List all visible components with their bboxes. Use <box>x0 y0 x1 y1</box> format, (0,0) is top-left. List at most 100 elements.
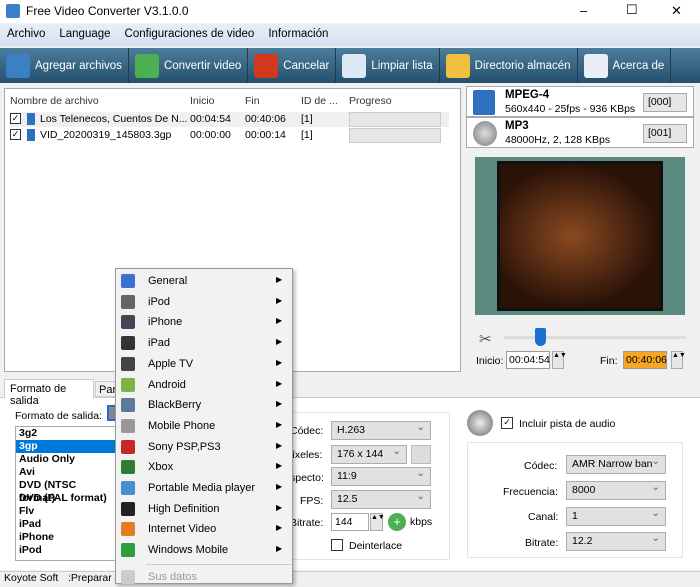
audio-codec-select[interactable]: AMR Narrow ban <box>566 455 666 474</box>
trim-slider-thumb[interactable] <box>535 328 547 346</box>
file-id: [1] <box>301 129 313 141</box>
video-codec-select[interactable]: H.263 <box>331 421 431 440</box>
menu-item-label: Portable Media player <box>148 482 256 494</box>
channel-select[interactable]: 1 <box>566 507 666 526</box>
start-time-input[interactable]: 00:04:54 <box>506 351 550 369</box>
toolbar: Agregar archivos Convertir video Cancelar L… <box>0 48 700 83</box>
file-start: 00:04:54 <box>190 113 231 125</box>
app-icon <box>6 4 20 18</box>
video-format-box[interactable]: MPEG-4 560x440 - 25fps - 936 KBps [000] <box>466 86 694 117</box>
pixels-select[interactable]: 176 x 144 <box>331 445 407 464</box>
submenu-arrow-icon: ▶ <box>276 523 283 533</box>
menu-item-internet-video[interactable]: Internet Video ▶ <box>116 519 292 539</box>
deinterlace-label: Deinterlace <box>349 540 403 552</box>
agregar-archivos-button[interactable]: Agregar archivos <box>0 48 129 83</box>
file-end: 00:00:14 <box>245 129 286 141</box>
acerca-de-button[interactable]: Acerca de <box>578 48 672 83</box>
start-time-spinner[interactable]: ▲▼ <box>552 351 567 369</box>
close-button[interactable]: ✕ <box>671 3 682 19</box>
menu-informacion[interactable]: Información <box>261 24 335 40</box>
column-start[interactable]: Inicio <box>190 95 215 107</box>
frequency-select[interactable]: 8000 <box>566 481 666 500</box>
device-icon <box>121 377 135 392</box>
video-bitrate-input[interactable]: 144 <box>331 513 369 531</box>
column-end[interactable]: Fin <box>245 95 260 107</box>
format-option[interactable]: Avi <box>16 466 116 479</box>
device-icon <box>121 315 135 330</box>
file-row[interactable]: ✓ VID_20200319_145803.3gp 00:00:00 00:00… <box>9 128 449 143</box>
file-row[interactable]: ✓ Los Telenecos, Cuentos De N... 00:04:5… <box>9 112 449 127</box>
deinterlace-checkbox[interactable] <box>331 539 343 551</box>
help-icon <box>583 53 608 78</box>
format-option[interactable]: iPad <box>16 518 116 531</box>
tab-parametros[interactable]: Par <box>95 381 117 397</box>
format-option[interactable]: DVD (PAL format) <box>16 492 116 505</box>
menu-item-ipod[interactable]: iPod ▶ <box>116 292 292 312</box>
submenu-arrow-icon: ▶ <box>276 378 283 388</box>
output-format-list[interactable]: 3g2 3gp Audio Only Avi DVD (NTSC format) DVD … <box>15 426 117 561</box>
menu-item-xbox[interactable]: Xbox ▶ <box>116 457 292 477</box>
device-icon <box>121 398 135 413</box>
audio-bitrate-select[interactable]: 12.2 <box>566 532 666 551</box>
menu-item-sony-psp-ps3[interactable]: Sony PSP,PS3 ▶ <box>116 437 292 457</box>
video-track-select[interactable]: [000] <box>643 93 687 112</box>
minimize-button[interactable]: – <box>580 3 587 18</box>
menu-item-windows-mobile[interactable]: Windows Mobile ▶ <box>116 540 292 560</box>
maximize-button[interactable]: ☐ <box>626 2 638 18</box>
edit-size-icon[interactable] <box>411 445 431 464</box>
menu-item-android[interactable]: Android ▶ <box>116 375 292 395</box>
column-progress[interactable]: Progreso <box>349 95 392 107</box>
format-option[interactable]: Flv <box>16 505 116 518</box>
menu-item-blackberry[interactable]: BlackBerry ▶ <box>116 395 292 415</box>
include-audio-checkbox[interactable]: ✓ <box>501 417 513 429</box>
menu-item-ipad[interactable]: iPad ▶ <box>116 333 292 353</box>
menu-item-label: Sony PSP,PS3 <box>148 440 221 453</box>
video-format-name: MPEG-4 <box>505 89 550 101</box>
menu-item-iphone[interactable]: iPhone ▶ <box>116 312 292 332</box>
menu-item-label: Apple TV <box>148 357 194 370</box>
menu-item-high-definition[interactable]: High Definition ▶ <box>116 499 292 519</box>
menu-item-mobile-phone[interactable]: Mobile Phone ▶ <box>116 416 292 436</box>
format-option[interactable]: iPod <box>16 544 116 557</box>
menu-item-label: Xbox <box>148 461 174 474</box>
trim-slider-track[interactable] <box>504 336 686 339</box>
tab-formato-salida[interactable]: Formato de salida <box>4 379 94 407</box>
cancelar-button[interactable]: Cancelar <box>248 48 337 83</box>
fps-select[interactable]: 12.5 <box>331 490 431 509</box>
menu-item-apple-tv[interactable]: Apple TV ▶ <box>116 354 292 374</box>
cancel-icon <box>254 53 279 78</box>
audio-speaker-icon <box>467 410 493 436</box>
end-time-spinner[interactable]: ▲▼ <box>671 351 686 369</box>
device-icon <box>121 460 135 475</box>
column-id[interactable]: ID de ... <box>301 95 338 107</box>
aspect-select[interactable]: 11:9 <box>331 467 431 486</box>
device-icon <box>121 481 135 495</box>
submenu-arrow-icon: ▶ <box>276 440 283 450</box>
menu-configuraciones-video[interactable]: Configuraciones de video <box>118 24 262 40</box>
file-checkbox[interactable]: ✓ <box>10 129 21 140</box>
column-filename[interactable]: Nombre de archivo <box>10 95 99 107</box>
add-bitrate-icon[interactable]: + <box>388 513 406 531</box>
audio-track-select[interactable]: [001] <box>643 124 687 143</box>
directorio-almacén-button[interactable]: Directorio almacén <box>440 48 578 83</box>
format-option[interactable]: 3g2 <box>16 427 116 440</box>
limpiar-lista-button[interactable]: Limpiar lista <box>336 48 440 83</box>
menu-archivo[interactable]: Archivo <box>0 24 52 40</box>
file-icon <box>27 113 35 125</box>
audio-format-box[interactable]: MP3 48000Hz, 2, 128 KBps [001] <box>466 117 694 148</box>
format-option[interactable]: 3gp <box>16 440 116 453</box>
menu-item-general[interactable]: General ▶ <box>116 271 292 291</box>
format-option[interactable]: iPhone <box>16 531 116 544</box>
convertir-video-button[interactable]: Convertir video <box>129 48 249 83</box>
menu-item-label: High Definition <box>148 502 220 515</box>
file-checkbox[interactable]: ✓ <box>10 113 21 124</box>
video-bitrate-spinner[interactable]: ▲▼ <box>370 513 385 531</box>
output-format-label: Formato de salida: <box>15 410 102 422</box>
scissors-icon[interactable]: ✂ <box>479 330 492 348</box>
menu-item-portable-media-player[interactable]: Portable Media player ▶ <box>116 478 292 498</box>
format-option[interactable]: Audio Only <box>16 453 116 466</box>
menu-language[interactable]: Language <box>52 24 117 40</box>
end-time-input[interactable]: 00:40:06 <box>623 351 667 369</box>
format-option[interactable]: DVD (NTSC format) <box>16 479 116 504</box>
menu-item-label: Sus datos <box>148 571 197 583</box>
